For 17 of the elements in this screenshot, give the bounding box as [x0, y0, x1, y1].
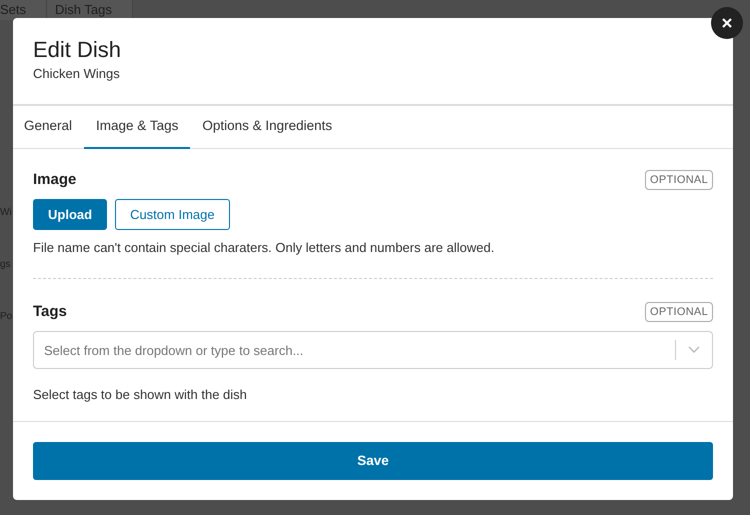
close-button[interactable]	[711, 7, 743, 39]
custom-image-button[interactable]: Custom Image	[115, 199, 230, 230]
help-text: Select tags to be shown with the dish	[33, 386, 248, 404]
dialog-title: Edit Dish	[33, 36, 122, 64]
dish-name: Chicken Wings	[33, 65, 121, 83]
close-icon	[722, 18, 732, 28]
tags-select-field[interactable]: Select from the dropdown or type to search...	[33, 331, 713, 369]
save-button[interactable]: Save	[33, 442, 713, 480]
upload-button[interactable]: Upload	[33, 199, 108, 230]
help-text: File name can't contain special charaters. Only letters and numbers are allowed.	[33, 239, 496, 257]
section-heading: Image	[33, 170, 76, 190]
section-heading: Tags	[33, 302, 67, 322]
tab[interactable]: Image & Tags	[84, 106, 190, 148]
tab[interactable]: General	[13, 106, 84, 148]
tab[interactable]: Options & Ingredients	[190, 106, 344, 148]
optional-badge: OPTIONAL	[644, 302, 713, 322]
optional-badge: OPTIONAL	[644, 170, 713, 190]
